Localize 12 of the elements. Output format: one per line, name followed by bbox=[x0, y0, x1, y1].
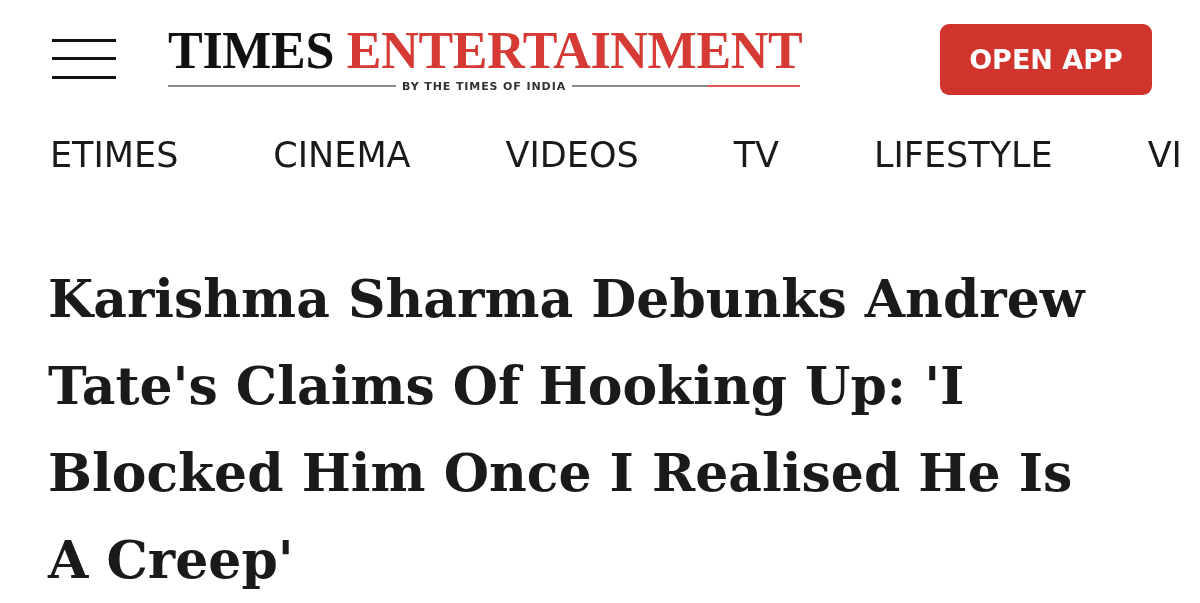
article-headline: Karishma Sharma Debunks Andrew Tate's Claims Of Hooking Up: 'I Blocked Him Once I Realised He Is A Creep' bbox=[46, 267, 1087, 592]
nav-link[interactable]: TV bbox=[733, 135, 779, 175]
nav-link[interactable]: ETIMES bbox=[50, 135, 179, 175]
open-app-button[interactable]: OPEN APP bbox=[940, 23, 1152, 95]
logo-tagline: BY THE TIMES OF INDIA bbox=[400, 79, 568, 93]
nav-link[interactable]: VIDEOS bbox=[505, 135, 639, 175]
menu-icon bbox=[52, 39, 116, 79]
nav-link[interactable]: VI bbox=[1147, 135, 1182, 175]
site-logo[interactable]: TIMES ENTERTAINMENT bbox=[168, 27, 803, 74]
menu-button[interactable] bbox=[52, 39, 116, 79]
nav-link[interactable]: LIFESTYLE bbox=[874, 135, 1053, 175]
nav-link[interactable]: CINEMA bbox=[273, 135, 411, 175]
